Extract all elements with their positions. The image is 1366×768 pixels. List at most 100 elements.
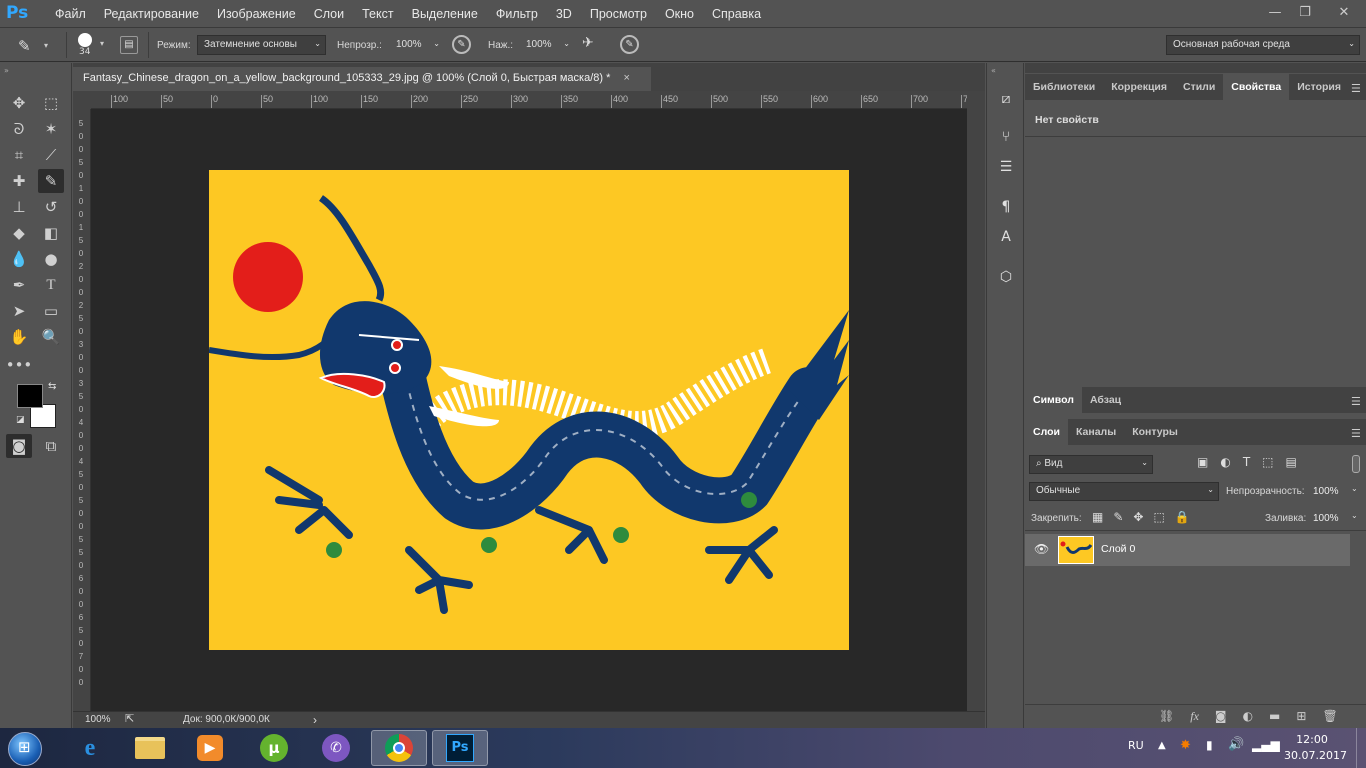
chevron-down-icon[interactable]: ⌄ <box>1351 484 1358 493</box>
close-tab-icon[interactable]: × <box>623 72 629 84</box>
fill-value[interactable]: 100% <box>1313 513 1339 524</box>
adjustment-layer-icon[interactable]: ◐ <box>1243 709 1253 724</box>
close-window-button[interactable]: ✕ <box>1326 0 1362 24</box>
tool-preset-chevron-icon[interactable]: ▾ <box>44 41 48 50</box>
pixel-filter-icon[interactable]: ▣ <box>1197 455 1208 469</box>
avast-icon[interactable]: ✸ <box>1180 738 1191 753</box>
gradient-tool-icon[interactable]: ◧ <box>38 221 64 245</box>
type-filter-icon[interactable]: T <box>1243 455 1250 469</box>
taskbar-viber[interactable]: ✆ <box>308 730 364 766</box>
panel-menu-icon[interactable]: ☰ <box>1351 82 1361 95</box>
path-selection-tool-icon[interactable]: ➤ <box>6 299 32 323</box>
taskbar-photoshop[interactable]: Ps <box>432 730 488 766</box>
menu-item[interactable]: Редактирование <box>95 7 208 21</box>
layer-blend-mode-select[interactable]: Обычные ⌄ <box>1029 482 1219 501</box>
magic-wand-tool-icon[interactable]: ✶ <box>38 117 64 141</box>
menu-item[interactable]: Просмотр <box>581 7 656 21</box>
taskbar-media-player[interactable]: ▶ <box>182 730 238 766</box>
start-button[interactable]: ⊞ <box>8 732 42 766</box>
panel-tab[interactable]: Свойства <box>1223 74 1290 100</box>
opacity-field[interactable]: 100% ⌄ <box>389 35 443 55</box>
clone-stamp-tool-icon[interactable]: ⊥ <box>6 195 32 219</box>
shape-filter-icon[interactable]: ⬚ <box>1262 455 1273 469</box>
show-desktop-button[interactable] <box>1356 728 1366 768</box>
link-layers-icon[interactable]: ⛓ <box>1159 709 1174 724</box>
panel-menu-icon[interactable]: ☰ <box>1351 395 1361 408</box>
menu-item[interactable]: 3D <box>547 7 581 21</box>
quick-mask-icon[interactable]: ◙ <box>6 434 32 458</box>
menu-item[interactable]: Выделение <box>403 7 487 21</box>
language-indicator[interactable]: RU <box>1128 739 1144 752</box>
lock-transparent-icon[interactable]: ▦ <box>1092 510 1103 524</box>
brush-picker-chevron-icon[interactable]: ▾ <box>100 39 104 48</box>
layer-name[interactable]: Слой 0 <box>1101 543 1135 555</box>
panel-tab[interactable]: Контуры <box>1124 419 1186 445</box>
panel-tab[interactable]: Каналы <box>1068 419 1124 445</box>
adjustments-icon[interactable]: ☰ <box>993 155 1019 179</box>
brush-preview-icon[interactable] <box>78 33 92 47</box>
lock-image-icon[interactable]: ✎ <box>1113 510 1123 524</box>
hand-tool-icon[interactable]: ✋ <box>6 325 32 349</box>
marquee-tool-icon[interactable]: ⬚ <box>38 91 64 115</box>
default-colors-icon[interactable]: ◪ <box>16 415 25 425</box>
swap-colors-icon[interactable]: ⇆ <box>48 381 56 392</box>
panel-tab[interactable]: Символ <box>1025 387 1082 413</box>
document-image[interactable] <box>209 170 849 650</box>
type-tool-icon[interactable]: T <box>38 273 64 297</box>
menu-item[interactable]: Текст <box>353 7 402 21</box>
layer-opacity-value[interactable]: 100% <box>1313 486 1339 497</box>
properties-panel-icon[interactable]: ⧄ <box>993 87 1019 111</box>
clock[interactable]: 12:00 30.07.2017 <box>1284 733 1347 762</box>
lock-position-icon[interactable]: ✥ <box>1133 510 1143 524</box>
tablet-pressure-size-icon[interactable]: ✎ <box>620 35 639 54</box>
layer-mask-icon[interactable]: ◙ <box>1215 709 1227 724</box>
taskbar-explorer[interactable] <box>122 730 178 766</box>
workspace-select[interactable]: Основная рабочая среда ⌄ <box>1166 35 1360 55</box>
menu-item[interactable]: Изображение <box>208 7 305 21</box>
battery-icon[interactable]: ▮ <box>1206 738 1213 752</box>
vertical-scrollbar[interactable] <box>967 91 985 711</box>
layer-style-icon[interactable]: fx <box>1190 709 1199 724</box>
panel-tab[interactable]: История <box>1289 74 1349 100</box>
collapse-icon[interactable]: » <box>4 66 9 75</box>
lock-all-icon[interactable]: 🔒 <box>1175 510 1190 524</box>
airbrush-icon[interactable]: ✈ <box>582 35 602 54</box>
more-tools-icon[interactable]: ••• <box>6 353 33 377</box>
menu-item[interactable]: Окно <box>656 7 703 21</box>
zoom-level[interactable]: 100% <box>85 714 111 725</box>
menu-item[interactable]: Фильтр <box>487 7 547 21</box>
layer-row[interactable]: 👁 Слой 0 <box>1025 534 1350 566</box>
canvas-area[interactable] <box>91 109 967 711</box>
panel-tab[interactable]: Абзац <box>1082 387 1129 413</box>
paragraph-icon[interactable]: ¶ <box>993 195 1019 219</box>
tray-expand-icon[interactable]: ▲ <box>1158 740 1166 751</box>
chevron-down-icon[interactable]: ⌄ <box>1351 511 1358 520</box>
menu-item[interactable]: Файл <box>46 7 95 21</box>
smart-object-filter-icon[interactable]: ▤ <box>1286 455 1297 469</box>
panel-tab[interactable]: Слои <box>1025 419 1068 445</box>
blend-mode-select[interactable]: Затемнение основы ⌄ <box>197 35 326 55</box>
lasso-tool-icon[interactable]: ᘐ <box>6 117 32 141</box>
crop-tool-icon[interactable]: ⌗ <box>6 143 32 167</box>
history-brush-tool-icon[interactable]: ↺ <box>38 195 64 219</box>
eyedropper-tool-icon[interactable]: ⟋ <box>38 143 64 167</box>
blur-tool-icon[interactable]: 💧 <box>6 247 32 271</box>
visibility-eye-icon[interactable]: 👁 <box>1034 542 1049 556</box>
status-menu-arrow-icon[interactable]: › <box>313 713 317 727</box>
taskbar-ie[interactable]: e <box>62 730 118 766</box>
foreground-color-swatch[interactable] <box>17 384 43 408</box>
volume-icon[interactable]: 🔊 <box>1228 737 1244 752</box>
eraser-tool-icon[interactable]: ◆ <box>6 221 32 245</box>
adjustment-filter-icon[interactable]: ◐ <box>1220 455 1230 469</box>
screen-mode-icon[interactable]: ⧉ <box>38 434 64 458</box>
document-tab[interactable]: Fantasy_Chinese_dragon_on_a_yellow_backg… <box>73 67 651 91</box>
healing-brush-tool-icon[interactable]: ✚ <box>6 169 32 193</box>
restore-button[interactable]: ❐ <box>1290 0 1320 24</box>
collapse-icon[interactable]: « <box>991 66 996 75</box>
new-layer-icon[interactable]: ⊞ <box>1296 709 1306 724</box>
3d-panel-icon[interactable]: ⬡ <box>993 265 1019 289</box>
taskbar-utorrent[interactable]: µ <box>246 730 302 766</box>
pressure-field[interactable]: 100% ⌄ <box>519 35 573 55</box>
move-tool-icon[interactable]: ✥ <box>6 91 32 115</box>
tablet-pressure-opacity-icon[interactable]: ✎ <box>452 35 471 54</box>
